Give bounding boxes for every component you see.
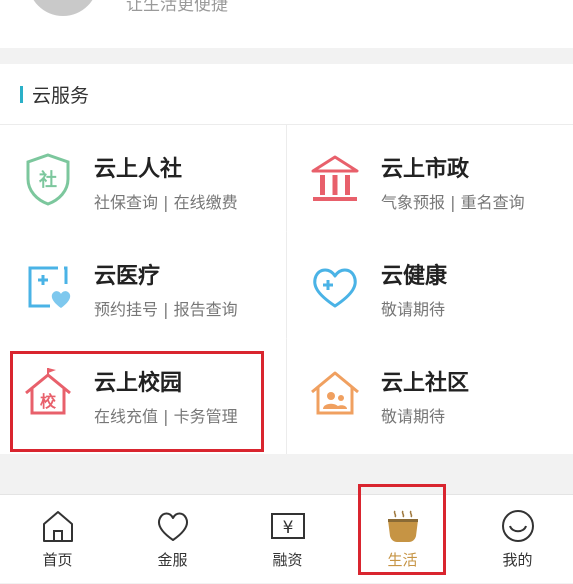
section-accent-bar	[20, 85, 23, 103]
tab-label: 融资	[272, 551, 303, 569]
smiley-icon	[501, 510, 534, 542]
highlight-box	[358, 484, 446, 575]
service-tile-municipal[interactable]: 云上市政 气象预报 | 重名查询	[287, 125, 573, 232]
tab-mine[interactable]: 我的	[460, 495, 573, 584]
section-title: 云服务	[32, 84, 90, 107]
service-tile-medical[interactable]: 云医疗 预约挂号 | 报告查询	[0, 232, 286, 339]
section-header: 云服务	[20, 80, 89, 108]
service-tile-health[interactable]: 云健康 敬请期待	[287, 232, 573, 339]
tab-label: 我的	[502, 551, 533, 569]
tab-financing[interactable]: ¥ 融资	[230, 495, 345, 584]
government-building-icon	[311, 155, 359, 201]
yuan-symbol: ¥	[282, 518, 293, 538]
home-icon	[42, 511, 73, 542]
service-name: 云健康	[381, 264, 448, 289]
service-description: 敬请期待	[381, 300, 446, 319]
service-tile-community[interactable]: 云上社区 敬请期待	[287, 339, 573, 446]
heart-outline-icon	[157, 512, 188, 541]
medical-heart-icon	[28, 266, 71, 308]
highlight-box	[10, 351, 264, 452]
tagline: 让生活更便捷	[126, 0, 228, 15]
service-description: 敬请期待	[381, 407, 446, 426]
shield-icon-text: 社	[39, 169, 57, 191]
heart-plus-icon	[313, 268, 357, 308]
service-name: 云上人社	[94, 157, 183, 182]
community-house-icon	[311, 371, 359, 415]
service-name: 云上社区	[381, 371, 470, 396]
bottom-tab-bar: 首页 金服 ¥ 融资 生活 我的	[0, 494, 573, 583]
tab-finance[interactable]: 金服	[115, 495, 230, 584]
tab-label: 首页	[42, 551, 73, 569]
yuan-box-icon: ¥	[270, 513, 305, 539]
service-description: 气象预报 | 重名查询	[381, 193, 525, 212]
service-tile-social-security[interactable]: 社 云上人社 社保查询 | 在线缴费	[0, 125, 286, 232]
tab-label: 金服	[157, 551, 188, 569]
service-name: 云医疗	[94, 264, 161, 289]
avatar[interactable]	[28, 0, 98, 16]
service-description: 预约挂号 | 报告查询	[94, 300, 238, 319]
service-description: 社保查询 | 在线缴费	[94, 193, 238, 212]
tab-home[interactable]: 首页	[0, 495, 115, 584]
profile-card: 让生活更便捷	[0, 0, 573, 48]
shield-icon: 社	[26, 153, 70, 206]
service-name: 云上市政	[381, 157, 470, 182]
